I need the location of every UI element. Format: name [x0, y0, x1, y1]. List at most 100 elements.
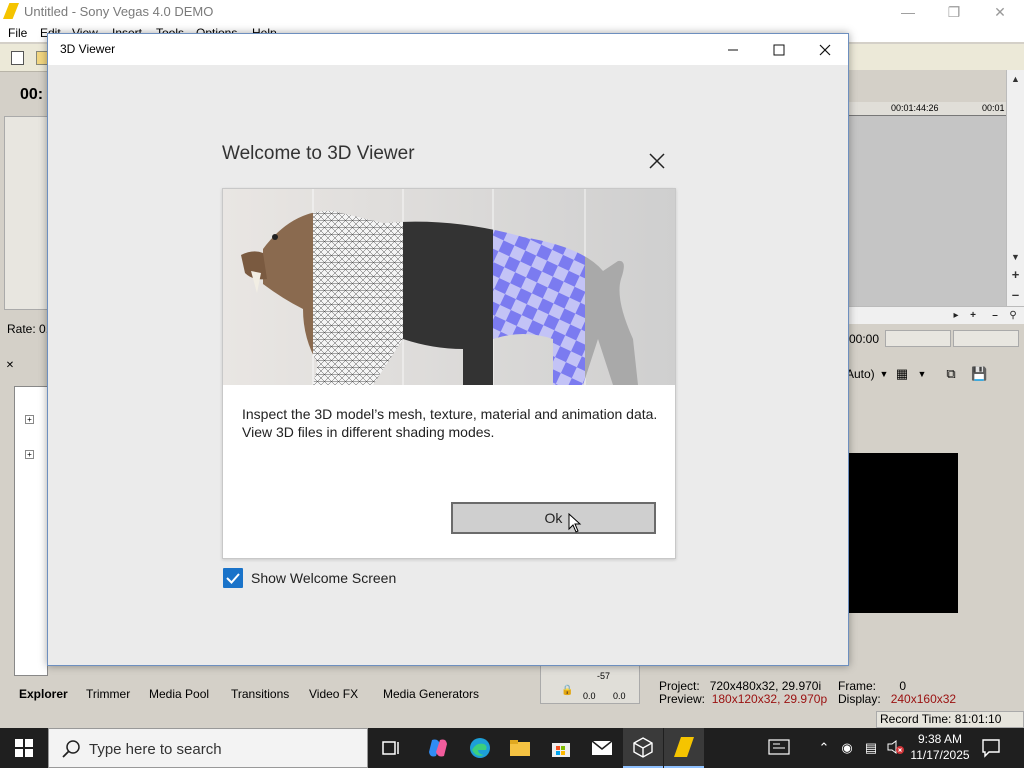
- notification-icon[interactable]: [980, 737, 1002, 759]
- transport-bar: 00:00: [849, 328, 1024, 350]
- ruler-tick: 00:01:44:26: [891, 103, 939, 113]
- copilot-button[interactable]: [418, 728, 458, 768]
- welcome-close-button[interactable]: [646, 152, 668, 174]
- tab-media-pool[interactable]: Media Pool: [149, 687, 209, 701]
- start-button[interactable]: [0, 728, 48, 768]
- volume-muted-icon[interactable]: [886, 739, 904, 757]
- display-label: Display:: [838, 692, 881, 706]
- close-button[interactable]: [802, 34, 848, 65]
- store-button[interactable]: [541, 728, 581, 768]
- project-info: Project: 720x480x32, 29.970i Preview: 18…: [659, 680, 827, 706]
- mouse-cursor-icon: [568, 513, 582, 533]
- vertical-scrollbar[interactable]: ▲ ▼ + –: [1006, 70, 1024, 306]
- frame-info: Frame: 0 Display: 240x160x32: [838, 680, 956, 706]
- show-welcome-checkbox[interactable]: [223, 568, 243, 588]
- frame-label: Frame:: [838, 679, 877, 693]
- scroll-up-icon[interactable]: ▲: [1007, 70, 1024, 88]
- file-explorer-button[interactable]: [500, 728, 540, 768]
- new-file-icon[interactable]: [11, 51, 24, 65]
- tree-expand-icon[interactable]: +: [25, 415, 34, 424]
- ok-button[interactable]: Ok: [451, 502, 656, 534]
- show-welcome-toggle[interactable]: Show Welcome Screen: [223, 568, 463, 590]
- vegas-button[interactable]: [664, 728, 704, 768]
- taskbar-clock[interactable]: 9:38 AM 11/17/2025: [904, 731, 976, 763]
- mail-button[interactable]: [582, 728, 622, 768]
- explorer-panel: ✕ + +: [0, 360, 48, 685]
- project-value: 720x480x32, 29.970i: [709, 679, 822, 693]
- zoom-out-icon[interactable]: –: [1007, 286, 1024, 304]
- taskbar-search-box[interactable]: Type here to search: [48, 728, 368, 768]
- 3d-viewer-button[interactable]: [623, 728, 663, 768]
- tab-transitions[interactable]: Transitions: [231, 687, 289, 701]
- minimize-icon: [728, 49, 738, 50]
- tab-explorer[interactable]: Explorer: [19, 687, 68, 701]
- video-preview: [849, 453, 958, 613]
- track-area[interactable]: [849, 116, 1006, 306]
- 3d-viewer-icon: [633, 737, 653, 758]
- bottom-tab-bar: Explorer Trimmer Media Pool Transitions …: [0, 686, 530, 704]
- edge-button[interactable]: [460, 728, 500, 768]
- tab-trimmer[interactable]: Trimmer: [86, 687, 130, 701]
- chevron-down-icon[interactable]: ▼: [876, 366, 892, 382]
- show-welcome-label: Show Welcome Screen: [251, 570, 397, 586]
- preview-quality-dropdown[interactable]: Auto): [846, 367, 875, 381]
- h-zoom-in-icon[interactable]: +: [964, 307, 982, 324]
- vegas-title: Untitled - Sony Vegas 4.0 DEMO: [24, 4, 214, 19]
- network-icon[interactable]: ▤: [862, 739, 880, 757]
- meter-left-value: 0.0: [583, 691, 596, 701]
- timeline-ruler: 00:01:44:26 00:01: [849, 102, 1006, 116]
- track-list-panel: [4, 116, 48, 310]
- minimize-button[interactable]: [710, 34, 756, 65]
- clock-date: 11/17/2025: [910, 748, 970, 762]
- webcam-icon[interactable]: ◉: [838, 739, 856, 757]
- file-explorer-icon: [510, 740, 530, 756]
- save-snapshot-icon[interactable]: 💾: [971, 366, 987, 382]
- selection-start-field[interactable]: [885, 330, 951, 347]
- vegas-minimize-button[interactable]: —: [885, 0, 931, 24]
- magnify-icon[interactable]: ⚲: [1004, 307, 1022, 324]
- 3d-viewer-window: 3D Viewer Welcome to 3D Viewer Inspect t…: [47, 33, 849, 666]
- welcome-card: Inspect the 3D model’s mesh, texture, ma…: [222, 188, 676, 559]
- zoom-in-icon[interactable]: +: [1007, 266, 1024, 284]
- preview-toolbar: Auto) ▼ ▦ ▼ ⧉ 💾: [846, 364, 1024, 384]
- close-icon: [649, 153, 665, 169]
- close-icon[interactable]: ✕: [4, 360, 16, 372]
- transport-time: 00:00: [849, 332, 880, 346]
- selection-end-field[interactable]: [953, 330, 1019, 347]
- vegas-icon: [674, 737, 694, 757]
- scroll-right-icon[interactable]: ▸: [947, 307, 965, 324]
- maximize-button[interactable]: [756, 34, 802, 65]
- vegas-restore-button[interactable]: ❐: [931, 0, 977, 24]
- copilot-icon: [429, 739, 447, 757]
- viewer-title: 3D Viewer: [60, 42, 116, 56]
- audio-meter: -57 🔒 0.0 0.0: [540, 664, 640, 704]
- task-view-button[interactable]: [372, 728, 412, 768]
- scroll-down-icon[interactable]: ▼: [1007, 248, 1024, 266]
- store-icon: [552, 743, 570, 757]
- task-view-icon: [382, 741, 399, 755]
- copy-snapshot-icon[interactable]: ⧉: [943, 366, 959, 382]
- maximize-icon: [773, 44, 785, 55]
- viewer-titlebar: 3D Viewer: [48, 34, 848, 65]
- project-label: Project:: [659, 679, 700, 693]
- sabertooth-hero-image: [223, 189, 675, 385]
- vegas-titlebar: Untitled - Sony Vegas 4.0 DEMO — ❐ ✕: [0, 0, 1024, 24]
- horizontal-scrollbar[interactable]: ▸ + – ⚲: [849, 306, 1024, 324]
- taskbar: Type here to search ⌃ ◉ ▤ 9:38 AM 11/17/…: [0, 728, 1024, 768]
- clock-time: 9:38 AM: [917, 732, 963, 746]
- menu-file[interactable]: File: [8, 26, 27, 40]
- h-zoom-out-icon[interactable]: –: [986, 307, 1004, 324]
- grid-icon[interactable]: ▦: [894, 366, 910, 382]
- vegas-close-button[interactable]: ✕: [977, 0, 1023, 24]
- news-widget-icon[interactable]: [768, 739, 790, 757]
- lock-icon[interactable]: 🔒: [561, 685, 573, 696]
- tree-expand-icon[interactable]: +: [25, 450, 34, 459]
- chevron-up-icon[interactable]: ⌃: [815, 739, 833, 757]
- explorer-tree[interactable]: + +: [14, 386, 48, 676]
- welcome-dialog: Welcome to 3D Viewer Inspect the 3D mode…: [222, 138, 676, 588]
- preview-value: 180x120x32, 29.970p: [711, 692, 828, 706]
- tab-media-generators[interactable]: Media Generators: [383, 687, 479, 701]
- chevron-down-icon[interactable]: ▼: [914, 366, 930, 382]
- search-placeholder: Type here to search: [89, 741, 222, 758]
- tab-video-fx[interactable]: Video FX: [309, 687, 358, 701]
